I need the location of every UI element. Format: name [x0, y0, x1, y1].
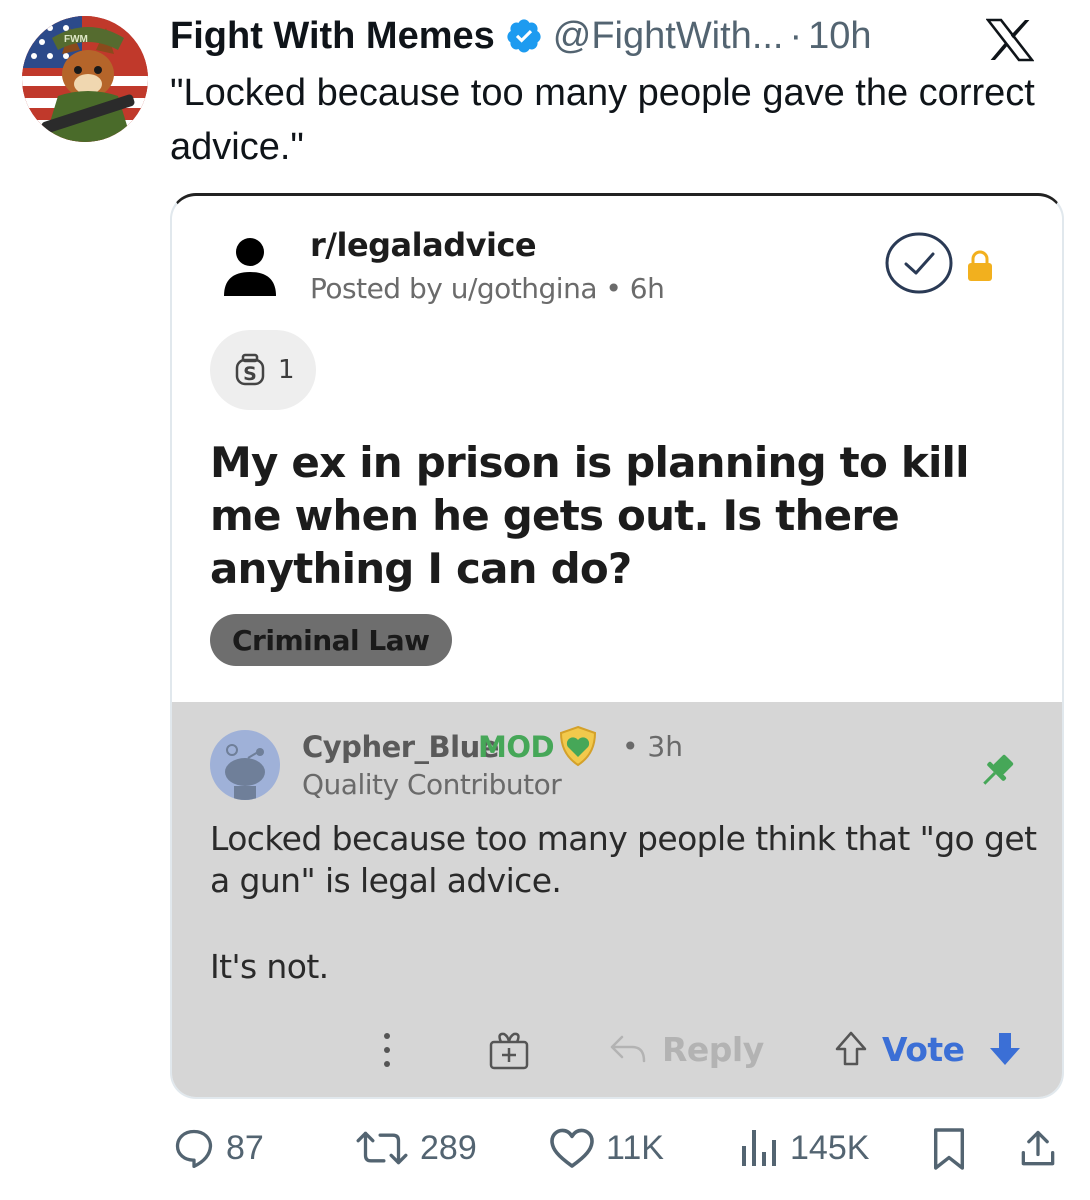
like-button[interactable]: 11K	[548, 1118, 664, 1178]
x-logo-icon[interactable]	[986, 18, 1034, 62]
heart-icon	[550, 1128, 594, 1168]
bookmark-icon[interactable]	[930, 1126, 968, 1172]
pin-icon	[983, 754, 1014, 785]
reply-button[interactable]: Reply	[608, 1024, 764, 1074]
post-title[interactable]: My ex in prison is planning to kill me w…	[210, 436, 1040, 595]
comment-actions: Reply Vote	[172, 1020, 1062, 1080]
views-chart-icon	[742, 1130, 776, 1166]
more-options-icon[interactable]	[380, 1030, 394, 1070]
header-separator: ·	[789, 14, 803, 57]
comment-time: • 3h	[622, 730, 683, 763]
upvote-arrow-icon[interactable]	[834, 1030, 868, 1068]
post-author-line: Posted by u/gothgina • 6h	[310, 272, 665, 305]
views-button[interactable]: 145K	[740, 1118, 869, 1178]
commenter-avatar[interactable]	[210, 730, 280, 800]
profile-avatar[interactable]: FWM	[22, 16, 148, 142]
award-count: 1	[278, 355, 295, 385]
commenter-username[interactable]: Cypher_Blue	[302, 730, 499, 764]
snoo-avatar-icon	[225, 744, 265, 800]
like-count: 11K	[606, 1128, 664, 1167]
svg-text:S: S	[243, 363, 257, 385]
display-name[interactable]: Fight With Memes	[170, 15, 495, 58]
mod-shield-heart-icon	[559, 725, 597, 767]
retweet-button[interactable]: 289	[354, 1118, 477, 1178]
view-count: 145K	[790, 1128, 870, 1167]
mod-tag: MOD	[478, 730, 555, 764]
award-gift-icon[interactable]	[488, 1030, 530, 1070]
avatar-badge: FWM	[64, 34, 88, 45]
comment-body-paragraph-2: It's not.	[210, 947, 329, 986]
reply-arrow-icon	[610, 1035, 646, 1063]
user-handle[interactable]: @FightWith...	[553, 15, 784, 58]
downvote-arrow-icon[interactable]	[987, 1030, 1023, 1068]
reply-label: Reply	[662, 1029, 764, 1069]
vote-control[interactable]: Vote	[834, 1024, 1023, 1074]
award-icon: S	[235, 353, 265, 386]
mod-approve-icon[interactable]	[884, 232, 954, 294]
award-button[interactable]: S 1	[210, 330, 316, 410]
tweet-time[interactable]: 10h	[808, 15, 871, 58]
verified-badge-icon	[507, 19, 541, 53]
reply-bubble-icon	[175, 1129, 213, 1168]
post-flair-label: Criminal Law	[232, 623, 430, 657]
post-flair[interactable]: Criminal Law	[210, 614, 452, 666]
retweet-icon	[356, 1131, 408, 1165]
user-silhouette-icon	[224, 238, 276, 296]
tweet-action-bar: 87 289 11K 145K	[0, 1118, 1090, 1178]
retweet-count: 289	[420, 1128, 477, 1167]
tweet-header: Fight With Memes @FightWith... · 10h	[170, 14, 872, 58]
tweet-text: "Locked because too many people gave the…	[170, 72, 1035, 168]
comment-body-paragraph: Locked because too many people think tha…	[210, 819, 1037, 900]
embedded-reddit-screenshot[interactable]: r/legaladvice Posted by u/gothgina • 6h …	[170, 193, 1064, 1099]
vote-label: Vote	[882, 1029, 965, 1069]
share-icon[interactable]	[1016, 1126, 1060, 1172]
user-flair: Quality Contributor	[302, 768, 562, 801]
reply-count-button[interactable]: 87	[172, 1118, 264, 1178]
lock-icon	[968, 250, 992, 281]
mod-comment: Cypher_Blue MOD • 3h Quality Contributor…	[172, 702, 1062, 1097]
reply-count: 87	[226, 1128, 264, 1167]
subreddit-name[interactable]: r/legaladvice	[310, 226, 537, 264]
